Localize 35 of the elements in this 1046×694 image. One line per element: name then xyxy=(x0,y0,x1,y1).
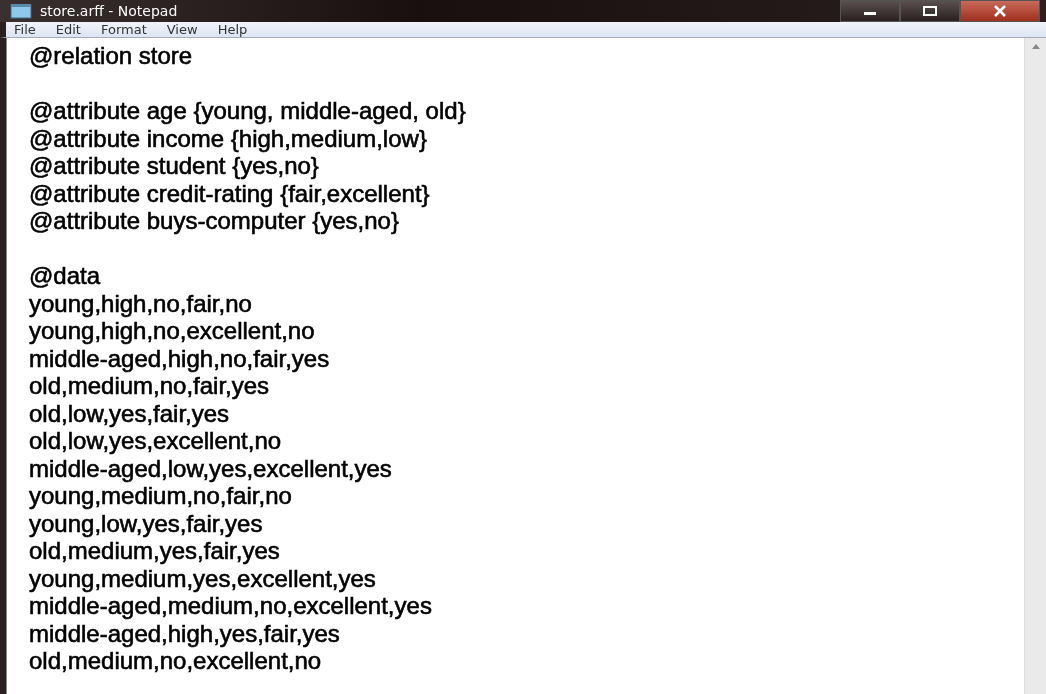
text-line: young,medium,no,fair,no xyxy=(29,482,293,510)
notepad-icon xyxy=(10,3,32,19)
text-line: young,high,no,excellent,no xyxy=(29,317,316,345)
scroll-up-icon xyxy=(1031,44,1040,49)
window-title: store.arff - Notepad xyxy=(40,3,179,19)
text-line: @attribute buys-computer {yes,no} xyxy=(29,207,400,235)
minimize-button[interactable] xyxy=(840,0,900,22)
text-line: middle-aged,low,yes,excellent,yes xyxy=(29,454,393,482)
text-line: @data xyxy=(29,262,102,290)
text-line: young,high,no,fair,no xyxy=(29,289,253,317)
text-line: @relation store xyxy=(29,42,194,70)
menu-item[interactable]: File xyxy=(14,22,36,37)
text-line: old,medium,no,excellent,no xyxy=(29,647,323,675)
scrollbar[interactable] xyxy=(1024,38,1046,694)
text-line: old,medium,no,fair,yes xyxy=(29,372,271,400)
menu-item[interactable]: Format xyxy=(100,22,147,37)
text-line: middle-aged,medium,no,excellent,yes xyxy=(29,592,433,620)
menu-item[interactable]: Help xyxy=(217,22,248,37)
text-line: @attribute credit-rating {fair,excellent} xyxy=(29,179,431,207)
text-line: @attribute student {yes,no} xyxy=(29,152,320,180)
menu-item[interactable]: Edit xyxy=(55,22,81,37)
text-line: old,low,yes,excellent,no xyxy=(29,427,283,455)
close-button[interactable] xyxy=(960,0,1040,22)
text-line: young,low,yes,fair,yes xyxy=(29,509,264,537)
text-line: young,medium,yes,excellent,yes xyxy=(29,564,377,592)
text-line: old,low,yes,fair,yes xyxy=(29,399,231,427)
maximize-button[interactable] xyxy=(900,0,960,22)
text-line: middle-aged,high,yes,fair,yes xyxy=(29,619,341,647)
text-line: middle-aged,high,no,fair,yes xyxy=(29,344,331,372)
text-line: old,medium,yes,fair,yes xyxy=(29,537,281,565)
close-icon xyxy=(994,5,1006,17)
text-line: @attribute income {high,medium,low} xyxy=(29,124,428,152)
menu-item[interactable]: View xyxy=(166,22,198,37)
text-line: @attribute age {young, middle-aged, old} xyxy=(29,97,467,125)
maximize-icon xyxy=(923,6,937,16)
